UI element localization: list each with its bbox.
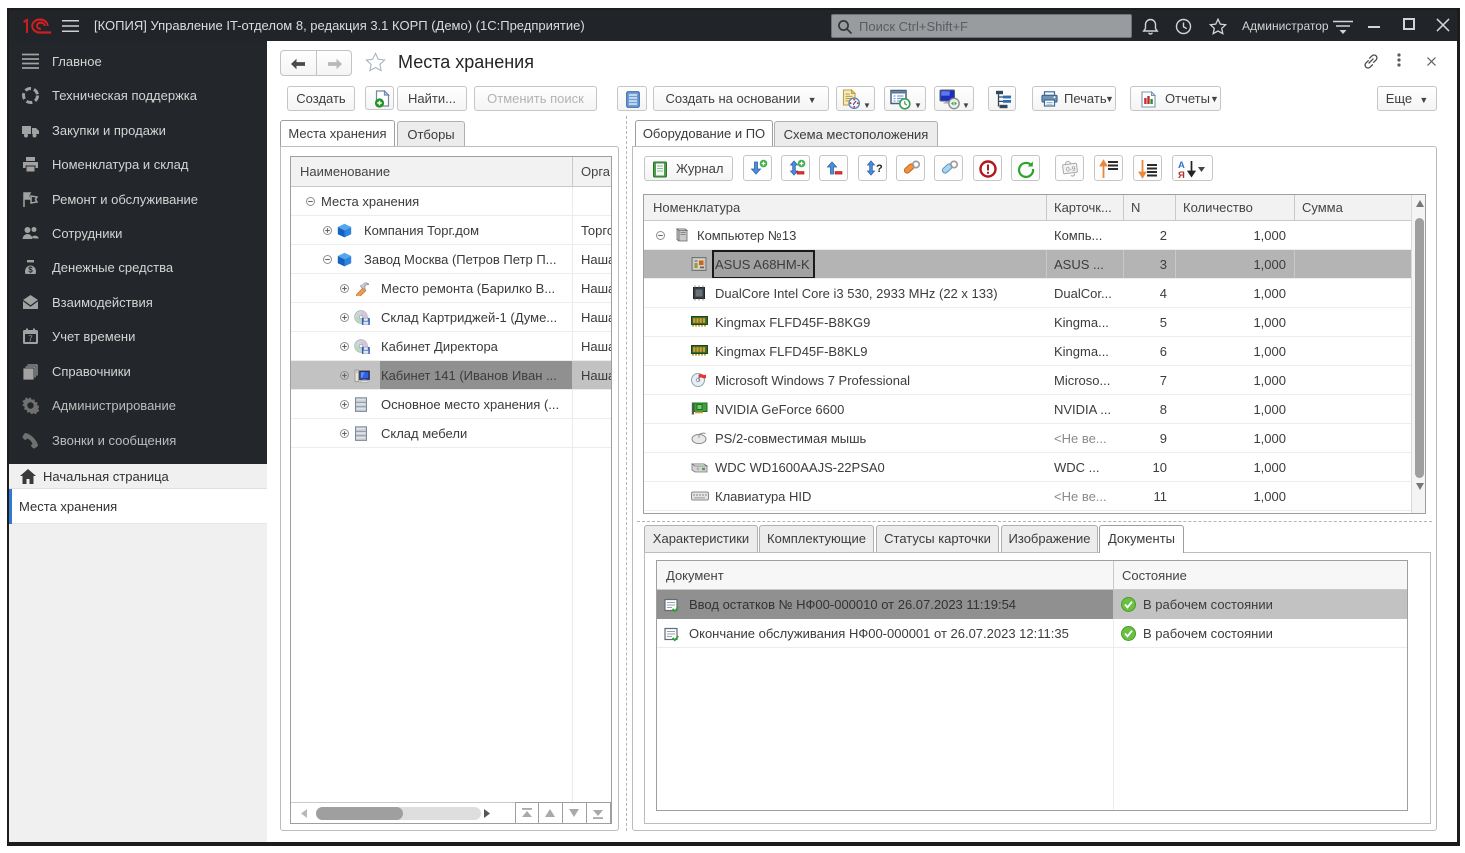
svg-text:0-9: 0-9 (1066, 166, 1077, 174)
svg-text:Я: Я (1178, 170, 1185, 179)
svg-text:?: ? (876, 163, 883, 175)
svg-text:$: $ (28, 266, 33, 275)
svg-text:7: 7 (28, 335, 33, 344)
